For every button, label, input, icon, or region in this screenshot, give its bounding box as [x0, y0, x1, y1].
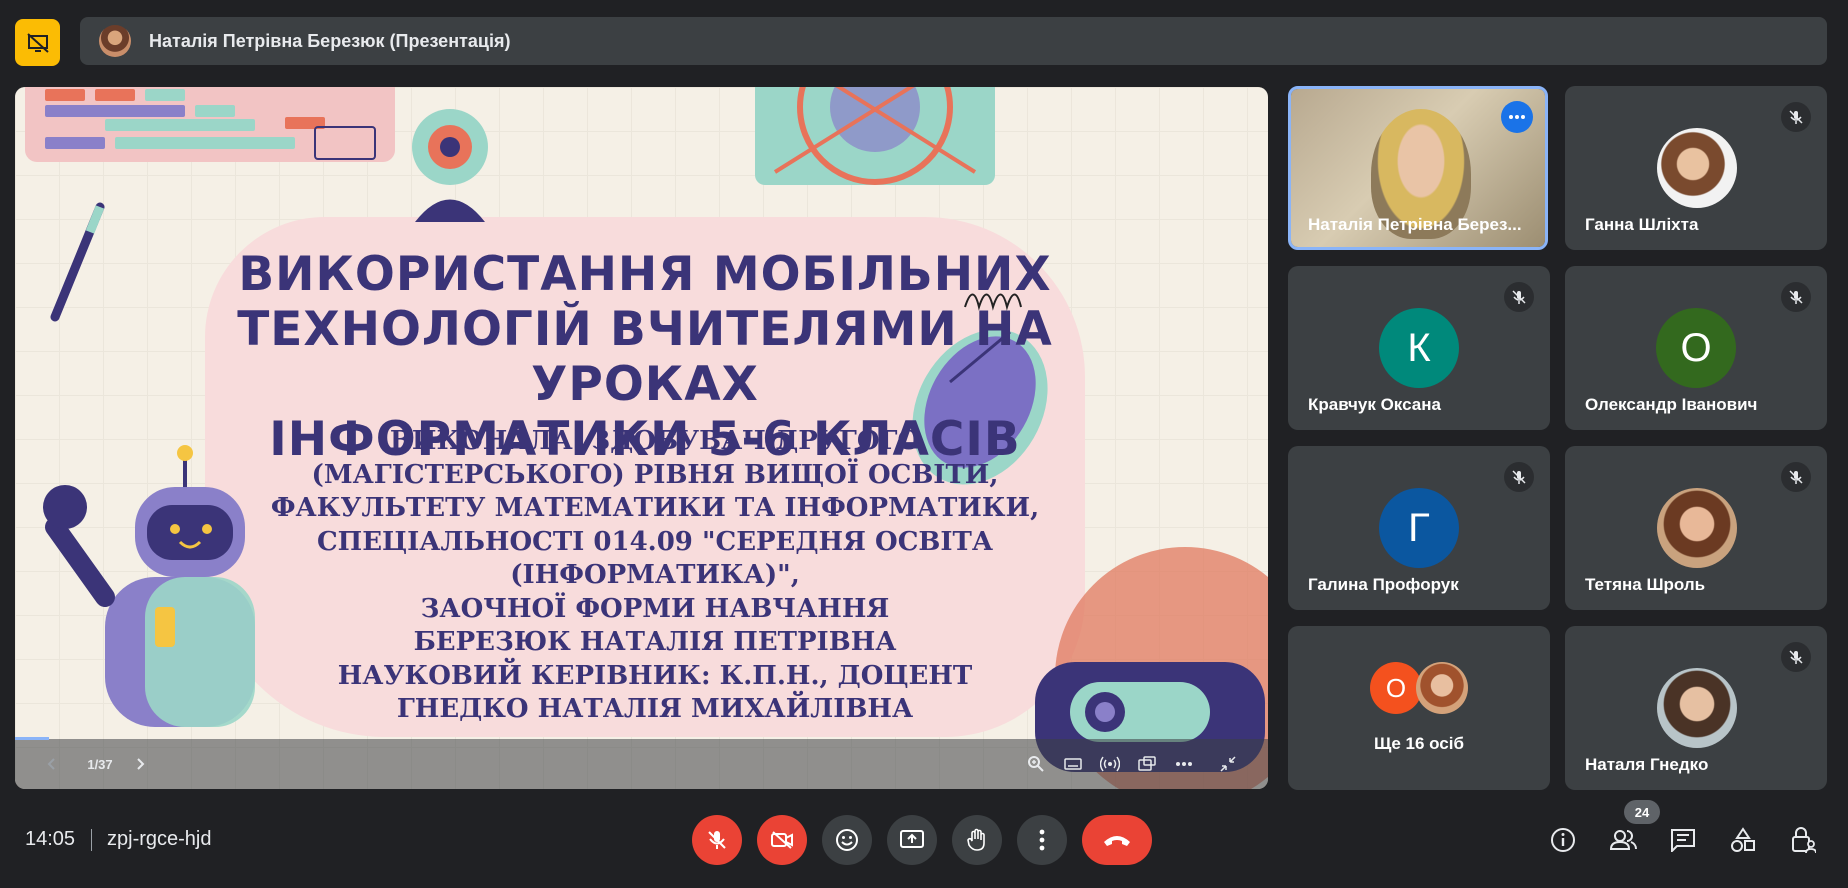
- slide-subtitle: ВИКОНАЛА: ЗДОБУВАЧ ДРУГОГО (МАГІСТЕРСЬКО…: [270, 426, 1040, 724]
- participant-photo: [1657, 668, 1737, 748]
- hang-up-icon: [1104, 836, 1130, 846]
- participant-tile[interactable]: Наталя Гнедко: [1565, 626, 1827, 790]
- participant-tile[interactable]: Г Галина Профорук: [1288, 446, 1550, 610]
- chat-button[interactable]: [1665, 822, 1701, 858]
- participant-photo: [1657, 488, 1737, 568]
- prev-slide-icon[interactable]: [39, 751, 65, 777]
- more-vert-icon: [1039, 829, 1045, 851]
- slide-controls-bar: 1/37: [15, 739, 1268, 789]
- slide-page-indicator: 1/37: [87, 756, 113, 772]
- participant-tile[interactable]: К Кравчук Оксана: [1288, 266, 1550, 430]
- participant-name: Наталія Петрівна Берез...: [1308, 215, 1522, 234]
- mic-off-icon: [1504, 462, 1534, 492]
- participant-avatar: Г: [1379, 488, 1459, 568]
- pen-illustration: [50, 202, 105, 322]
- participant-name: Галина Профорук: [1308, 575, 1459, 594]
- divider: [91, 829, 92, 851]
- participant-avatar: О: [1370, 662, 1422, 714]
- mic-off-icon: [708, 831, 726, 849]
- mic-toggle-button[interactable]: [692, 815, 742, 865]
- mic-off-icon: [1504, 282, 1534, 312]
- fan-illustration: [755, 87, 995, 185]
- mic-off-icon: [1781, 102, 1811, 132]
- participant-tile[interactable]: Тетяна Шроль: [1565, 446, 1827, 610]
- participant-name: Тетяна Шроль: [1585, 575, 1706, 594]
- presenter-title-bar: Наталія Петрівна Березюк (Презентація): [80, 17, 1827, 65]
- keyboard-icon[interactable]: [1060, 751, 1086, 777]
- broadcast-icon[interactable]: [1097, 751, 1123, 777]
- keyboard-illustration: [25, 87, 395, 162]
- participant-options-icon[interactable]: [1501, 101, 1533, 133]
- camera-toggle-button[interactable]: [757, 815, 807, 865]
- camera-off-icon: [771, 831, 793, 849]
- slide-progress-bar: [15, 737, 49, 740]
- participant-tile[interactable]: Ганна Шліхта: [1565, 86, 1827, 250]
- mic-off-icon: [1781, 642, 1811, 672]
- leave-call-button[interactable]: [1082, 815, 1152, 865]
- participant-avatar: О: [1656, 308, 1736, 388]
- presentation-slide: ВИКОРИСТАННЯ МОБІЛЬНИХ ТЕХНОЛОГІЙ ВЧИТЕЛ…: [15, 87, 1268, 789]
- present-screen-icon: [900, 830, 924, 848]
- presentation-badge-icon[interactable]: [15, 19, 60, 66]
- participant-name: Ганна Шліхта: [1585, 215, 1699, 234]
- host-controls-button[interactable]: [1785, 822, 1821, 858]
- presenter-title: Наталія Петрівна Березюк (Презентація): [149, 30, 511, 51]
- participant-name: Наталя Гнедко: [1585, 755, 1709, 774]
- people-icon: [1609, 830, 1637, 850]
- lock-person-icon: [1792, 827, 1816, 854]
- participant-count-badge: 24: [1624, 800, 1660, 824]
- participant-photo: [1657, 128, 1737, 208]
- webcam-illustration: [412, 109, 488, 222]
- more-options-button[interactable]: [1017, 815, 1067, 865]
- participant-tile[interactable]: О Олександр Іванович: [1565, 266, 1827, 430]
- chat-icon: [1671, 829, 1695, 852]
- emoji-icon: [836, 829, 858, 851]
- hand-icon: [967, 828, 985, 851]
- participant-photo: [1416, 662, 1468, 714]
- present-button[interactable]: [887, 815, 937, 865]
- meeting-details-button[interactable]: [1545, 822, 1581, 858]
- mic-off-icon: [1781, 282, 1811, 312]
- reactions-button[interactable]: [822, 815, 872, 865]
- participant-name: Олександр Іванович: [1585, 395, 1758, 414]
- presenter-avatar: [99, 25, 131, 57]
- mic-off-icon: [1781, 462, 1811, 492]
- participant-name: Кравчук Оксана: [1308, 395, 1441, 414]
- participant-tile-speaker[interactable]: Наталія Петрівна Берез...: [1288, 86, 1548, 250]
- participant-avatar: К: [1379, 308, 1459, 388]
- raise-hand-button[interactable]: [952, 815, 1002, 865]
- meeting-time: 14:05: [25, 828, 76, 850]
- exit-fullscreen-icon[interactable]: [1215, 751, 1241, 777]
- meeting-code: zpj-rgce-hjd: [107, 828, 212, 850]
- zoom-icon[interactable]: [1023, 751, 1049, 777]
- next-slide-icon[interactable]: [127, 751, 153, 777]
- activities-button[interactable]: [1725, 822, 1761, 858]
- pip-icon[interactable]: [1134, 751, 1160, 777]
- more-participants-label: Ще 16 осіб: [1374, 734, 1464, 753]
- more-participants-tile[interactable]: О Ще 16 осіб: [1288, 626, 1550, 790]
- activities-icon: [1731, 827, 1755, 852]
- info-icon: [1551, 828, 1575, 852]
- people-button[interactable]: [1605, 822, 1641, 858]
- more-options-icon[interactable]: [1171, 751, 1197, 777]
